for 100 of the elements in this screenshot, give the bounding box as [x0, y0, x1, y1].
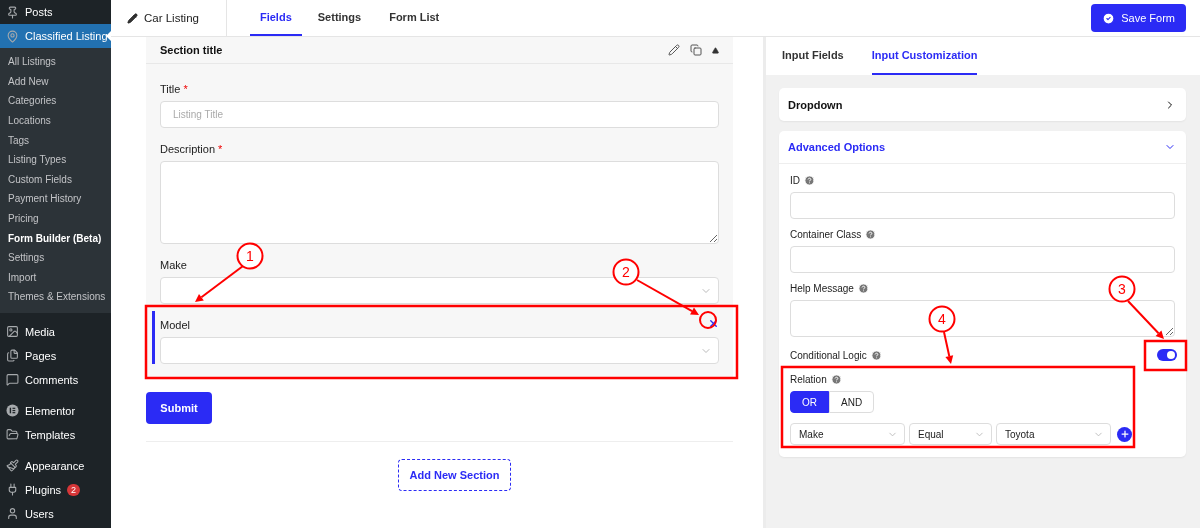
field-label: Model [160, 318, 190, 331]
submenu-item[interactable]: Themes & Extensions [0, 287, 111, 307]
sidebar-label: Pages [25, 349, 57, 362]
submenu-item[interactable]: Settings [0, 247, 111, 268]
sidebar-item[interactable]: Elementor [0, 398, 111, 423]
tab[interactable]: Form List [377, 0, 452, 36]
help-icon[interactable] [857, 283, 869, 294]
submenu-item[interactable]: Locations [0, 110, 111, 131]
sidebar-label: Media [25, 325, 55, 338]
tab[interactable]: Input Customization [871, 37, 978, 75]
submenu-item[interactable]: Listing Types [0, 149, 111, 170]
sidebar-item[interactable]: Templates [0, 422, 111, 447]
required-mark: * [218, 142, 223, 155]
sidebar-item[interactable]: Comments [0, 367, 111, 392]
help-icon[interactable] [830, 374, 842, 385]
toggle-switch[interactable] [1157, 349, 1177, 361]
paintbrush-icon [6, 459, 19, 473]
option-label: Relation [790, 374, 827, 385]
sidebar-label: Templates [25, 428, 76, 441]
accordion-title[interactable]: Dropdown [788, 98, 843, 111]
section-title: Section title [160, 44, 223, 56]
save-form-button[interactable]: Save Form [1091, 4, 1186, 32]
textarea-field[interactable] [160, 161, 719, 244]
folder-icon [6, 428, 19, 442]
check-circle-icon [1102, 11, 1116, 25]
submenu-item[interactable]: Import [0, 267, 111, 288]
help-icon[interactable] [804, 175, 815, 186]
callout-arrow [195, 265, 244, 302]
submit-button[interactable]: Submit [146, 392, 212, 424]
annotation-frame [1143, 339, 1188, 372]
select-field[interactable] [160, 337, 719, 364]
callout-marker: 2 [612, 258, 640, 286]
submenu-item[interactable]: Categories [0, 91, 111, 111]
submenu-item[interactable]: Add New [0, 71, 111, 92]
select-field[interactable]: Toyota [996, 423, 1111, 445]
callout-arrow [636, 279, 699, 315]
sidebar-label: Appearance [25, 459, 85, 472]
callout-marker: 1 [236, 242, 264, 270]
image-icon [6, 325, 19, 339]
option-label: Container Class [790, 229, 862, 240]
text-input[interactable] [790, 246, 1175, 273]
add-condition-button[interactable] [1117, 426, 1132, 442]
option-label: Help Message [790, 283, 854, 294]
select-field[interactable]: Equal [909, 423, 992, 445]
help-icon[interactable] [865, 229, 877, 240]
accordion-title[interactable]: Advanced Options [788, 141, 886, 153]
sidebar-label: Plugins [25, 483, 62, 496]
sidebar-label: Users [25, 507, 54, 520]
sidebar-item[interactable]: Posts [0, 0, 111, 24]
submenu-item[interactable]: Pricing [0, 208, 111, 229]
add-section-button[interactable]: Add New Section [397, 459, 512, 491]
text-input[interactable]: Listing Title [160, 101, 719, 128]
relation-option[interactable]: AND [829, 391, 875, 413]
plus-icon [1119, 429, 1130, 439]
select-field[interactable]: Make [790, 423, 905, 445]
text-input[interactable] [790, 192, 1175, 219]
pin-icon [6, 5, 19, 19]
callout-arrow [1127, 300, 1164, 339]
pencil-icon [127, 12, 138, 24]
map-pin-icon [6, 29, 19, 43]
tab[interactable]: Input Fields [782, 37, 844, 75]
tab[interactable]: Settings [305, 0, 374, 36]
comment-icon [6, 373, 19, 387]
copy-icon[interactable] [690, 44, 702, 56]
edit-icon[interactable] [668, 44, 680, 56]
option-label: ID [790, 175, 800, 186]
field-label: Title [160, 82, 181, 95]
close-icon[interactable] [708, 318, 719, 329]
count-badge: 2 [67, 483, 81, 496]
callout-arrow [943, 331, 954, 364]
sidebar-item[interactable]: Media [0, 319, 111, 344]
sidebar-item[interactable]: Appearance [0, 453, 111, 478]
pages-icon [6, 349, 19, 363]
circle-logo-icon [6, 404, 19, 418]
textarea-field[interactable] [790, 300, 1175, 337]
required-mark: * [183, 82, 188, 95]
help-icon[interactable] [870, 349, 882, 361]
collapse-caret-icon[interactable] [712, 46, 719, 54]
field-label: Make [160, 258, 187, 271]
sidebar-item[interactable]: Users [0, 501, 111, 526]
sidebar-item[interactable]: Plugins 2 [0, 477, 111, 502]
sidebar-label: Posts [25, 6, 53, 18]
submenu-item[interactable]: Custom Fields [0, 169, 111, 190]
user-icon [6, 507, 19, 521]
sidebar-item[interactable]: Classified Listing [0, 24, 111, 48]
sidebar-item[interactable]: Pages [0, 343, 111, 368]
field-label: Description [160, 142, 216, 155]
sidebar-label: Classified Listing [25, 30, 108, 42]
plug-icon [6, 483, 19, 497]
option-label: Conditional Logic [790, 349, 867, 361]
relation-option[interactable]: OR [790, 391, 829, 413]
submenu-item[interactable]: Form Builder (Beta) [0, 228, 111, 248]
highlight-ring [699, 311, 717, 329]
submenu-item[interactable]: Payment History [0, 189, 111, 209]
sidebar-label: Comments [25, 373, 79, 386]
submenu-item[interactable]: All Listings [0, 52, 111, 72]
select-field[interactable] [160, 277, 719, 304]
sidebar-label: Elementor [25, 404, 76, 417]
current-menu-pointer [106, 31, 111, 41]
submenu-item[interactable]: Tags [0, 130, 111, 150]
